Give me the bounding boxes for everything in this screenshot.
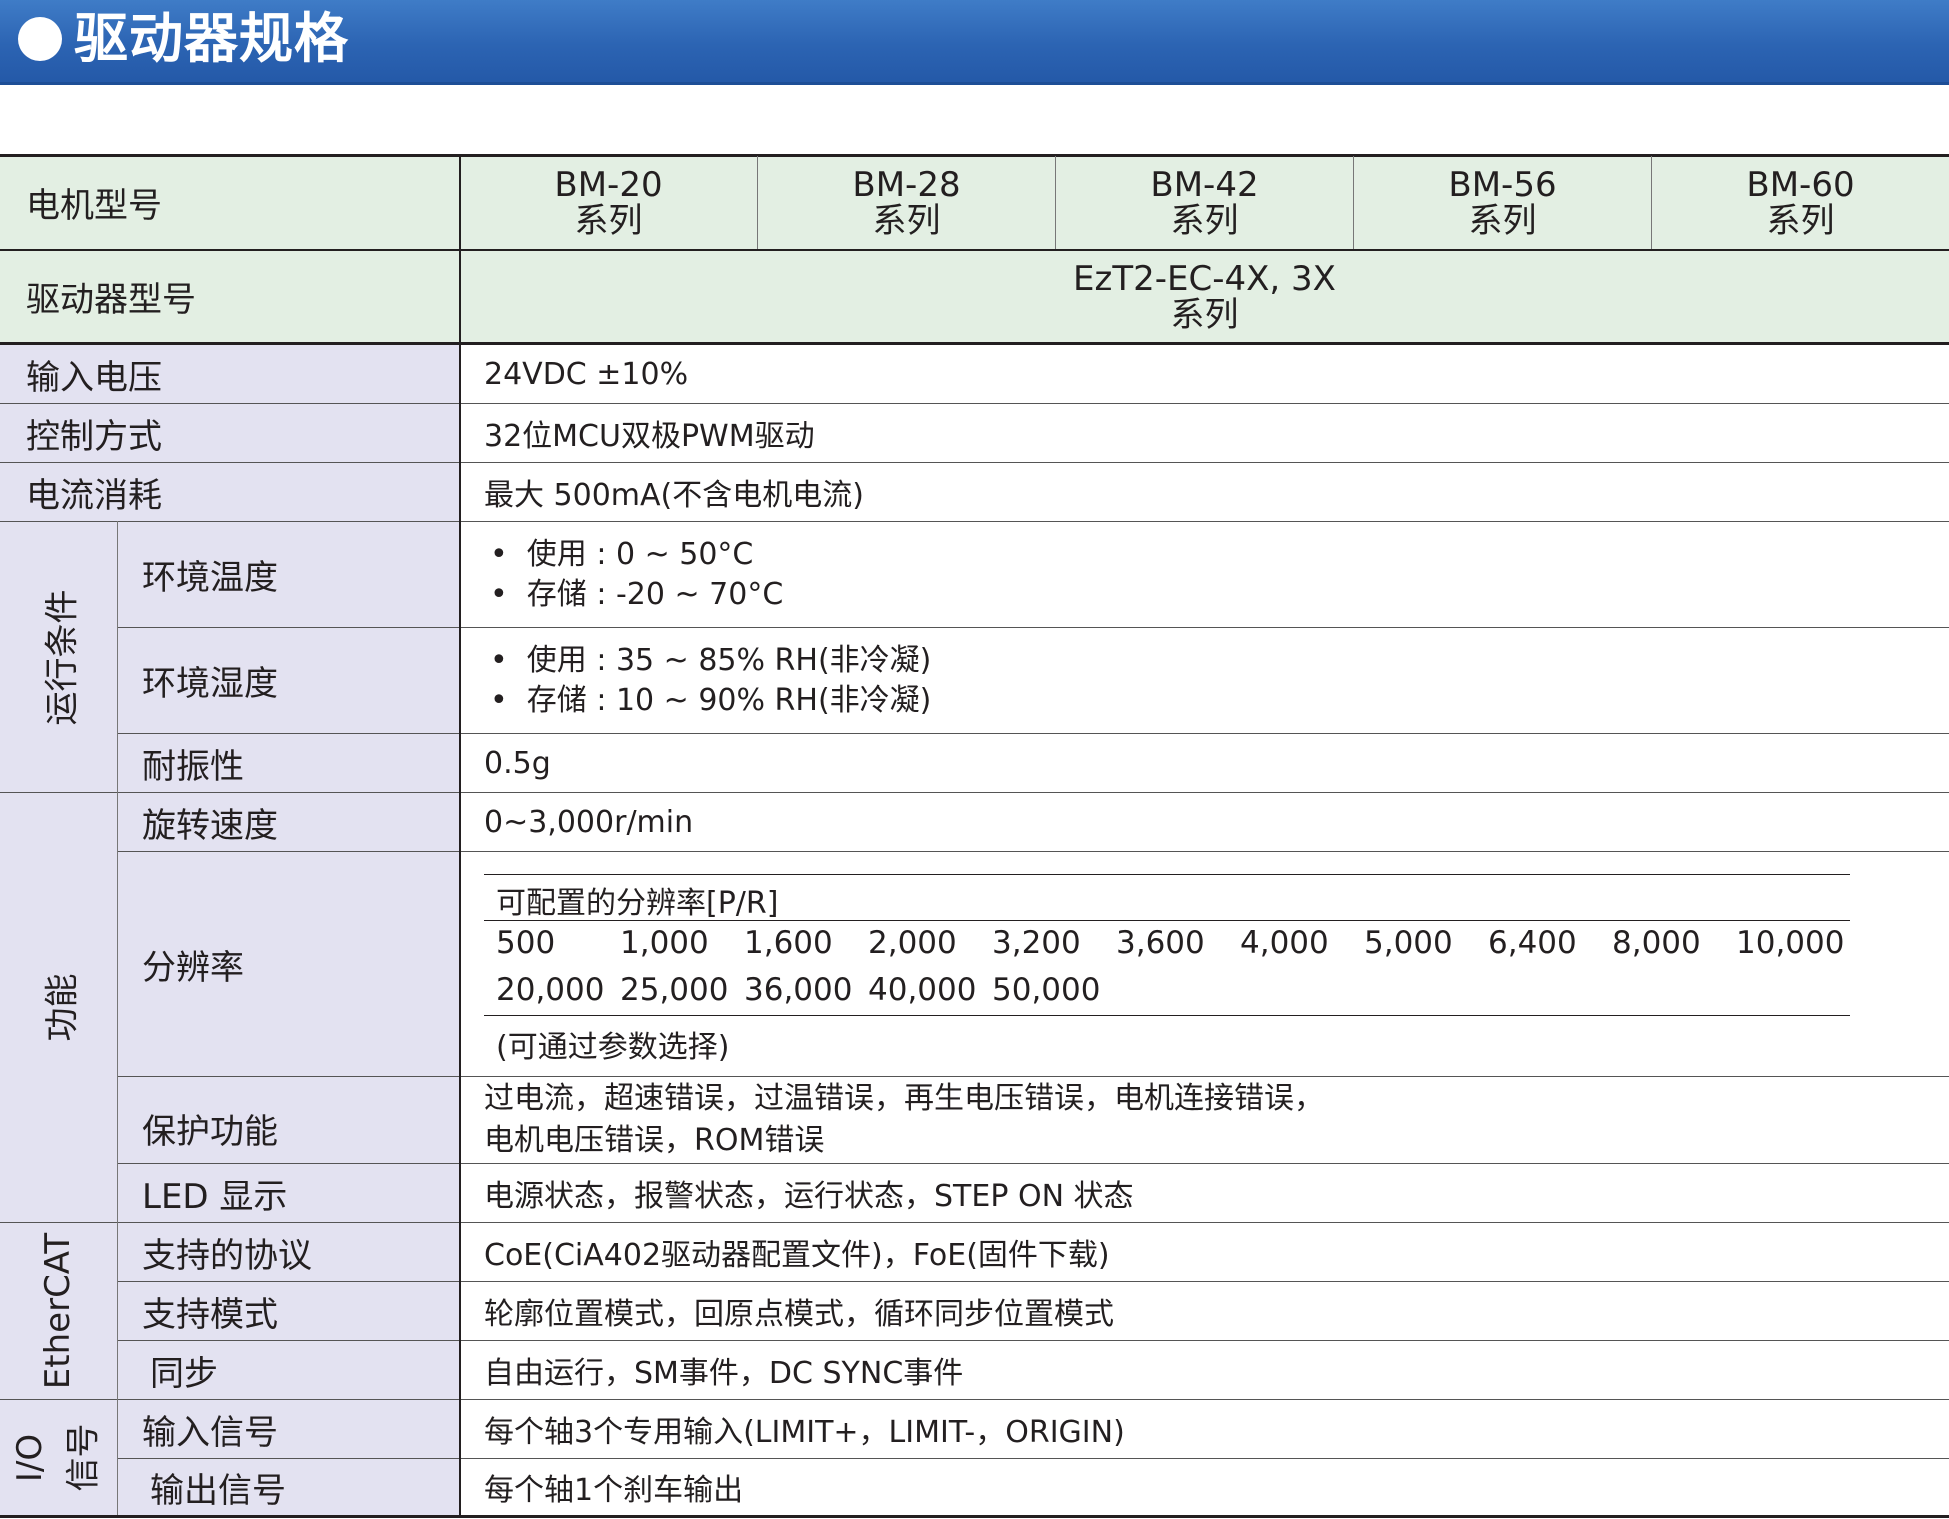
humidity-use: 使用 : 35 ~ 85% RH(非冷凝)	[526, 642, 932, 678]
output-signal-label: 输出信号	[150, 1470, 286, 1511]
bullet-line: • 存储 : -20 ~ 70°C	[490, 576, 784, 612]
control-method-value: 32位MCU双极PWM驱动	[484, 419, 815, 454]
resolution-table-top-rule	[484, 874, 1850, 875]
io-group-label-a: I/O	[10, 1433, 50, 1482]
protocol-label: 支持的协议	[142, 1235, 312, 1276]
current-consumption-value: 最大 500mA(不含电机电流)	[484, 478, 864, 513]
motor-series-text: 系列	[1468, 201, 1537, 241]
ambient-temperature-label: 环境温度	[142, 558, 278, 598]
io-group-label-b: 信号	[63, 1423, 104, 1492]
input-signal-label: 输入信号	[142, 1412, 278, 1453]
motor-model-bm20: BM-20 系列	[460, 160, 757, 246]
label-value-separator	[459, 154, 461, 1518]
driver-model-name: EzT2-EC-4X, 3X	[1073, 259, 1336, 299]
modes-label: 支持模式	[142, 1294, 278, 1335]
resolution-value: 10,000	[1736, 925, 1845, 961]
bullet-dot-icon	[18, 17, 62, 61]
io-group: 信号	[50, 1400, 110, 1515]
motor-model-bm56: BM-56 系列	[1354, 160, 1651, 246]
motor-model-name: BM-60	[1746, 165, 1855, 205]
modes-value: 轮廓位置模式，回原点模式，循环同步位置模式	[484, 1297, 1114, 1332]
resolution-value: 20,000	[496, 972, 605, 1008]
ethercat-group-label: EtherCAT	[38, 1232, 79, 1390]
motor-series-text: 系列	[872, 201, 941, 241]
input-signal-value: 每个轴3个专用输入(LIMIT+，LIMIT-，ORIGIN)	[484, 1415, 1125, 1450]
bullet-line: • 使用 : 0 ~ 50°C	[490, 536, 754, 572]
motor-model-name: BM-20	[554, 165, 663, 205]
led-display-value: 电源状态，报警状态，运行状态，STEP ON 状态	[484, 1179, 1134, 1214]
resolution-value: 2,000	[868, 925, 957, 961]
humidity-storage: 存储 : 10 ~ 90% RH(非冷凝)	[526, 682, 932, 718]
bullet-line: • 存储 : 10 ~ 90% RH(非冷凝)	[490, 682, 932, 718]
resolution-table-header: 可配置的分辨率[P/R]	[496, 886, 779, 921]
current-consumption-label: 电流消耗	[26, 475, 162, 516]
function-group: 功能	[0, 793, 117, 1222]
ambient-humidity-value: • 使用 : 35 ~ 85% RH(非冷凝) • 存储 : 10 ~ 90% …	[490, 628, 1930, 733]
input-voltage-label: 输入电压	[26, 357, 162, 398]
resolution-value: 40,000	[868, 972, 977, 1008]
resolution-value: 36,000	[744, 972, 853, 1008]
resolution-value: 1,000	[620, 925, 709, 961]
input-voltage-value: 24VDC ±10%	[484, 356, 689, 392]
motor-model-name: BM-56	[1448, 165, 1557, 205]
page-title: 驱动器规格	[74, 7, 349, 70]
temp-storage: 存储 : -20 ~ 70°C	[526, 576, 784, 612]
resolution-value: 1,600	[744, 925, 833, 961]
table-bottom-border	[0, 1515, 1949, 1518]
led-display-label: LED 显示	[142, 1176, 288, 1217]
group-separator	[117, 521, 118, 1515]
resolution-value: 500	[496, 925, 556, 961]
protocol-value: CoE(CiA402驱动器配置文件)，FoE(固件下载)	[484, 1238, 1110, 1273]
ambient-humidity-label: 环境湿度	[142, 664, 278, 704]
resolution-value: 6,400	[1488, 925, 1577, 961]
operating-conditions-group-label: 运行条件	[42, 589, 82, 725]
motor-model-name: BM-42	[1150, 165, 1259, 205]
motor-series-text: 系列	[574, 201, 643, 241]
resolution-table-bottom-rule	[484, 1015, 1850, 1016]
driver-model-label: 驱动器型号	[26, 280, 196, 320]
motor-model-bm28: BM-28 系列	[758, 160, 1055, 246]
output-signal-value: 每个轴1个刹车输出	[484, 1473, 744, 1508]
resolution-value: 4,000	[1240, 925, 1329, 961]
resolution-note: (可通过参数选择)	[496, 1030, 730, 1065]
temp-use: 使用 : 0 ~ 50°C	[526, 536, 754, 572]
protection-line: 过电流，超速错误，过温错误，再生电压错误，电机连接错误，	[484, 1081, 1324, 1116]
motor-series-text: 系列	[1766, 201, 1835, 241]
rotation-speed-value: 0~3,000r/min	[484, 804, 694, 840]
vibration-label: 耐振性	[142, 746, 244, 787]
motor-model-label: 电机型号	[26, 186, 162, 226]
sync-value: 自由运行，SM事件，DC SYNC事件	[484, 1356, 964, 1391]
protection-value: 过电流，超速错误，过温错误，再生电压错误，电机连接错误， 电机电压错误，ROM错…	[484, 1077, 1924, 1163]
resolution-value: 5,000	[1364, 925, 1453, 961]
ethercat-group: EtherCAT	[0, 1223, 117, 1399]
driver-series-text: 系列	[1170, 295, 1239, 335]
motor-model-bm60: BM-60 系列	[1652, 160, 1949, 246]
operating-conditions-group: 运行条件	[0, 522, 117, 792]
resolution-label: 分辨率	[142, 947, 244, 988]
function-group-label: 功能	[42, 973, 82, 1042]
resolution-value: 3,600	[1116, 925, 1205, 961]
driver-model: EzT2-EC-4X, 3X 系列	[460, 254, 1949, 340]
resolution-value: 50,000	[992, 972, 1101, 1008]
resolution-value: 3,200	[992, 925, 1081, 961]
sync-label: 同步	[150, 1353, 218, 1394]
resolution-table-mid-rule	[484, 920, 1850, 921]
motor-model-bm42: BM-42 系列	[1056, 160, 1353, 246]
vibration-value: 0.5g	[484, 745, 551, 781]
control-method-label: 控制方式	[26, 416, 162, 457]
title-banner: 驱动器规格	[0, 0, 1949, 85]
rotation-speed-label: 旋转速度	[142, 805, 278, 846]
bullet-line: • 使用 : 35 ~ 85% RH(非冷凝)	[490, 642, 932, 678]
protection-label: 保护功能	[142, 1111, 278, 1152]
ambient-temperature-value: • 使用 : 0 ~ 50°C • 存储 : -20 ~ 70°C	[490, 522, 1930, 627]
motor-model-name: BM-28	[852, 165, 961, 205]
motor-series-text: 系列	[1170, 201, 1239, 241]
resolution-value: 8,000	[1612, 925, 1701, 961]
resolution-value: 25,000	[620, 972, 729, 1008]
protection-line: 电机电压错误，ROM错误	[484, 1123, 825, 1158]
